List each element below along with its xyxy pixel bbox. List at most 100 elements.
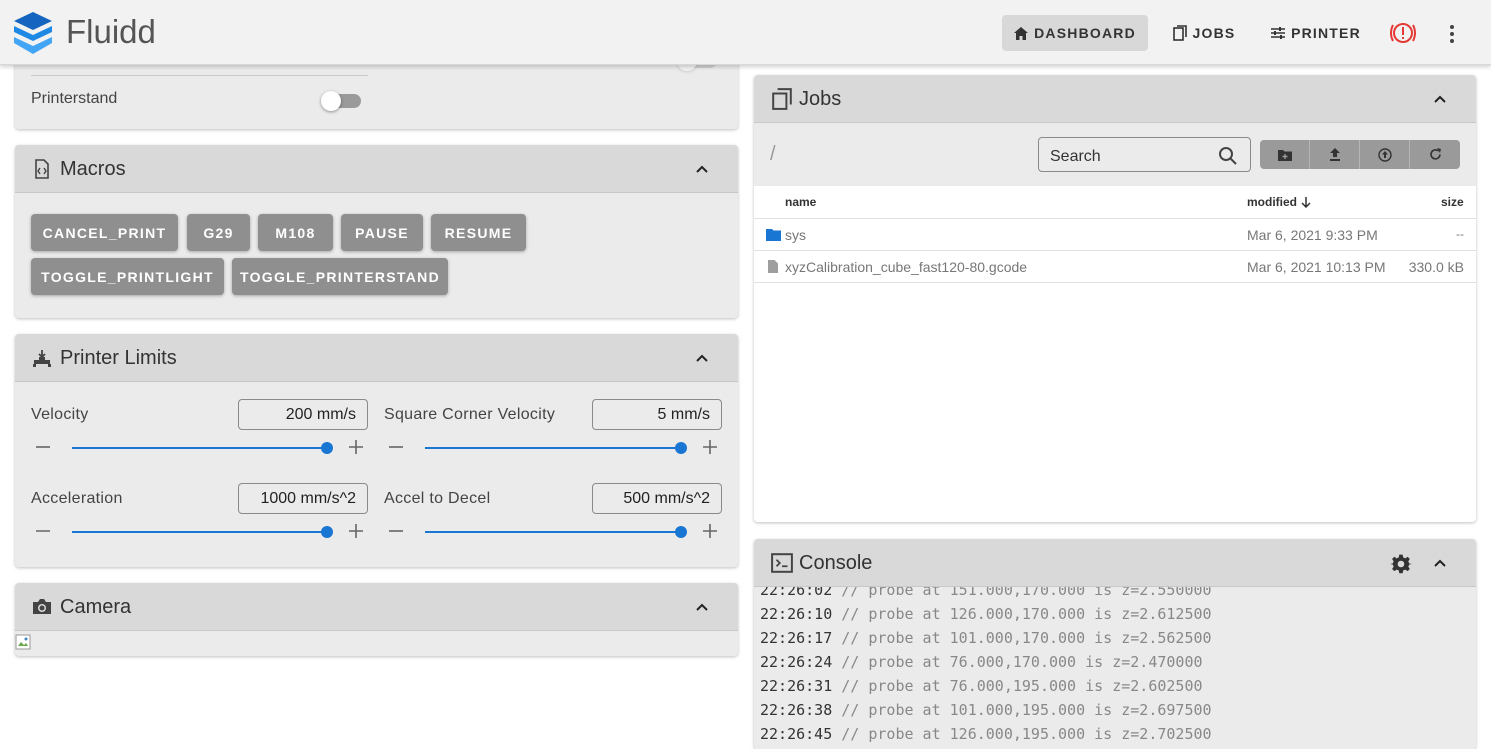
jobs-table-header: name modified size — [754, 186, 1476, 219]
row-modified: Mar 6, 2021 10:13 PM — [1247, 259, 1386, 275]
macro-button-pause[interactable]: PAUSE — [341, 214, 423, 251]
macro-button-toggle-printlight[interactable]: TOGGLE_PRINTLIGHT — [31, 258, 224, 295]
nav-printer-button[interactable]: PRINTER — [1262, 15, 1370, 51]
velocity-slider[interactable] — [72, 447, 327, 449]
refresh-button[interactable] — [1410, 140, 1460, 169]
app-title: Fluidd — [66, 13, 156, 50]
row-modified: Mar 6, 2021 9:33 PM — [1247, 227, 1378, 243]
gear-icon[interactable] — [1390, 553, 1412, 575]
home-icon — [1014, 26, 1029, 40]
row-name: xyzCalibration_cube_fast120-80.gcode — [785, 259, 1028, 275]
jobs-header[interactable]: Jobs — [754, 75, 1476, 123]
refresh-icon — [1429, 148, 1441, 160]
macro-button-cancel-print[interactable]: CANCEL_PRINT — [31, 214, 178, 251]
console-title: Console — [799, 552, 873, 574]
square-corner-velocity-input[interactable]: 5 mm/s — [592, 399, 722, 430]
console-header[interactable]: Console — [754, 539, 1476, 587]
macro-button-resume[interactable]: RESUME — [431, 214, 526, 251]
camera-icon — [33, 599, 51, 614]
macros-card: Macros CANCEL_PRINT G29 M108 PAUSE RESUM… — [15, 145, 738, 318]
macros-header[interactable]: Macros — [15, 145, 738, 193]
macro-button-m108[interactable]: M108 — [258, 214, 333, 251]
minus-icon[interactable] — [35, 439, 51, 455]
divider — [31, 75, 368, 76]
console-line: 22:26:17 // probe at 101.000,170.000 is … — [760, 629, 1212, 647]
search-input[interactable]: Search — [1038, 137, 1251, 172]
path-breadcrumb[interactable]: / — [770, 143, 776, 166]
square-corner-velocity-label: Square Corner Velocity — [384, 406, 556, 423]
velocity-slider-thumb[interactable] — [321, 442, 333, 454]
minus-icon[interactable] — [388, 439, 404, 455]
printer-limits-header[interactable]: Printer Limits — [15, 334, 738, 382]
macros-title: Macros — [60, 158, 126, 180]
column-modified-header[interactable]: modified — [1247, 195, 1312, 209]
console-line: 22:26:02 // probe at 151.000,170.000 is … — [760, 587, 1212, 599]
acceleration-slider[interactable] — [72, 531, 327, 533]
jobs-title: Jobs — [799, 88, 842, 110]
plus-icon[interactable] — [348, 439, 364, 455]
upload-button[interactable] — [1310, 140, 1360, 169]
emergency-stop-icon[interactable] — [1390, 21, 1416, 45]
jobs-toolbar: / Search — [754, 123, 1476, 186]
column-size-header[interactable]: size — [1441, 195, 1464, 209]
acceleration-slider-thumb[interactable] — [321, 526, 333, 538]
console-icon — [771, 553, 793, 573]
jobs-action-group — [1260, 140, 1460, 169]
accel-to-decel-label: Accel to Decel — [384, 490, 491, 507]
search-icon — [1219, 147, 1237, 165]
minus-icon[interactable] — [388, 523, 404, 539]
macro-button-g29[interactable]: G29 — [187, 214, 250, 251]
camera-header[interactable]: Camera — [15, 583, 738, 631]
accel-to-decel-input[interactable]: 500 mm/s^2 — [592, 483, 722, 514]
tune-icon — [1271, 27, 1286, 39]
column-modified-label: modified — [1247, 195, 1297, 209]
printer-limits-title: Printer Limits — [60, 347, 177, 369]
app-bar: Fluidd DASHBOARD JOBS PRINTER — [0, 0, 1491, 65]
upload-and-print-button[interactable] — [1360, 140, 1410, 169]
search-placeholder: Search — [1050, 148, 1101, 165]
square-corner-velocity-slider[interactable] — [425, 447, 681, 449]
chevron-up-icon[interactable] — [1432, 91, 1448, 107]
minus-icon[interactable] — [35, 523, 51, 539]
fluidd-logo-icon[interactable] — [14, 12, 52, 54]
nav-jobs-label: JOBS — [1192, 25, 1236, 41]
console-line: 22:26:10 // probe at 126.000,170.000 is … — [760, 605, 1212, 623]
file-copy-icon — [772, 88, 792, 110]
nav-dashboard-label: DASHBOARD — [1034, 25, 1136, 41]
velocity-label: Velocity — [31, 406, 89, 423]
printerstand-toggle[interactable] — [321, 91, 361, 111]
folder-icon — [766, 229, 781, 241]
velocity-input[interactable]: 200 mm/s — [238, 399, 368, 430]
table-row[interactable]: sys Mar 6, 2021 9:33 PM -- — [754, 219, 1476, 251]
nav-jobs-button[interactable]: JOBS — [1162, 15, 1246, 51]
column-name-header[interactable]: name — [785, 195, 816, 209]
acceleration-input[interactable]: 1000 mm/s^2 — [238, 483, 368, 514]
new-folder-button[interactable] — [1260, 140, 1310, 169]
more-vert-icon[interactable] — [1440, 22, 1464, 46]
accel-to-decel-slider-thumb[interactable] — [675, 526, 687, 538]
file-icon — [768, 260, 778, 273]
upload-print-icon — [1377, 147, 1392, 162]
table-row[interactable]: xyzCalibration_cube_fast120-80.gcode Mar… — [754, 251, 1476, 283]
row-name: sys — [785, 227, 806, 243]
camera-title: Camera — [60, 596, 132, 618]
macro-button-toggle-printerstand[interactable]: TOGGLE_PRINTERSTAND — [232, 258, 448, 295]
broken-image-icon — [15, 634, 31, 650]
square-corner-velocity-slider-thumb[interactable] — [675, 442, 687, 454]
folder-plus-icon — [1277, 149, 1292, 161]
arrow-down-icon — [1301, 197, 1311, 209]
plus-icon[interactable] — [348, 523, 364, 539]
plus-icon[interactable] — [702, 523, 718, 539]
chevron-up-icon[interactable] — [694, 161, 710, 177]
chevron-up-icon[interactable] — [694, 599, 710, 615]
accel-to-decel-slider[interactable] — [425, 531, 681, 533]
jobs-card: Jobs / Search name modified size sys Mar… — [754, 75, 1476, 522]
console-line: 22:26:38 // probe at 101.000,195.000 is … — [760, 701, 1212, 719]
plus-icon[interactable] — [702, 439, 718, 455]
nav-dashboard-button[interactable]: DASHBOARD — [1002, 15, 1148, 51]
printer-limits-card: Printer Limits Velocity 200 mm/s Square … — [15, 334, 738, 567]
acceleration-label: Acceleration — [31, 490, 123, 507]
chevron-up-icon[interactable] — [1432, 555, 1448, 571]
console-output[interactable]: 22:26:02 // probe at 151.000,170.000 is … — [754, 587, 1476, 749]
chevron-up-icon[interactable] — [694, 350, 710, 366]
